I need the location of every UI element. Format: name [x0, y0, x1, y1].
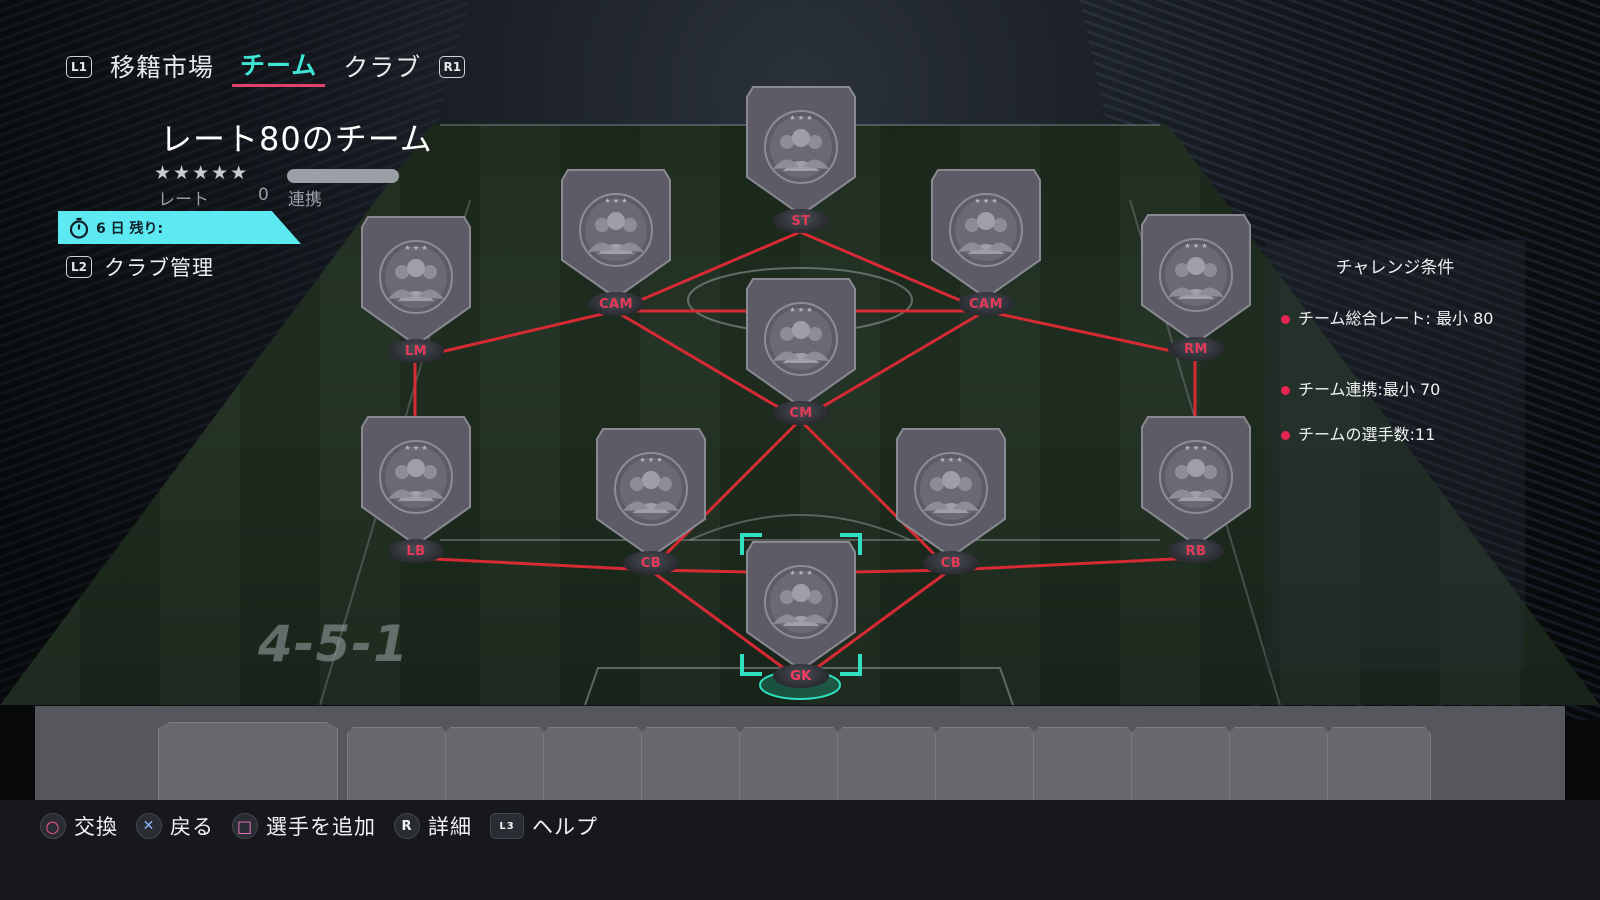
empty-player-card-icon: ★ ★ ★ — [596, 428, 706, 559]
svg-text:★ ★ ★: ★ ★ ★ — [789, 114, 812, 122]
requirement-text: チームの選手数:11 — [1298, 425, 1436, 444]
svg-text:★ ★ ★: ★ ★ ★ — [1184, 444, 1207, 452]
circle-button-icon: ○ — [40, 813, 66, 839]
square-button-icon: □ — [232, 813, 258, 839]
position-label: CAM — [588, 292, 644, 316]
svg-text:★ ★ ★: ★ ★ ★ — [639, 456, 662, 464]
position-label: CM — [773, 401, 829, 425]
player-slot-cam-left[interactable]: ★ ★ ★ CAM — [560, 168, 672, 318]
bench-slot[interactable] — [543, 727, 643, 802]
hint-help[interactable]: L3 ヘルプ — [490, 811, 598, 841]
hint-back[interactable]: ✕ 戻る — [136, 811, 214, 841]
position-label: GK — [773, 664, 829, 688]
position-label: RM — [1168, 337, 1224, 361]
right-stick-icon: R — [394, 813, 420, 839]
position-label: CB — [623, 551, 679, 575]
bench-slot[interactable] — [641, 727, 741, 802]
player-slot-lb[interactable]: ★ ★ ★ LB — [360, 415, 472, 565]
requirement-dot-icon — [1281, 431, 1290, 440]
empty-player-card-icon: ★ ★ ★ — [746, 541, 856, 672]
hint-label: 戻る — [170, 815, 214, 839]
svg-text:★ ★ ★: ★ ★ ★ — [404, 244, 427, 252]
empty-player-card-icon: ★ ★ ★ — [361, 416, 471, 547]
cross-button-icon: ✕ — [136, 813, 162, 839]
bench-slot[interactable] — [1229, 727, 1329, 802]
svg-text:★ ★ ★: ★ ★ ★ — [974, 197, 997, 205]
player-slot-cam-right[interactable]: ★ ★ ★ CAM — [930, 168, 1042, 318]
empty-player-card-icon: ★ ★ ★ — [561, 169, 671, 300]
hint-details[interactable]: R 詳細 — [394, 811, 472, 841]
requirement-item: チーム連携:最小 70 — [1281, 377, 1511, 403]
player-slot-rb[interactable]: ★ ★ ★ RB — [1140, 415, 1252, 565]
player-slot-rm[interactable]: ★ ★ ★ RM — [1140, 213, 1252, 363]
svg-text:★ ★ ★: ★ ★ ★ — [604, 197, 627, 205]
hint-add-player[interactable]: □ 選手を追加 — [232, 811, 376, 841]
hint-label: 交換 — [74, 815, 118, 839]
empty-player-card-icon: ★ ★ ★ — [896, 428, 1006, 559]
bench-slot[interactable] — [935, 727, 1035, 802]
empty-player-card-icon: ★ ★ ★ — [746, 278, 856, 409]
empty-player-card-icon: ★ ★ ★ — [1141, 416, 1251, 547]
formation-label: 4-5-1 — [258, 615, 409, 673]
challenge-title: チャレンジ条件 — [1335, 258, 1455, 278]
empty-player-card-icon: ★ ★ ★ — [746, 86, 856, 217]
position-label: RB — [1168, 539, 1224, 563]
requirement-dot-icon — [1281, 315, 1290, 324]
bench-slot[interactable] — [347, 727, 447, 802]
requirement-item: チーム総合レート: 最小 80 — [1281, 306, 1511, 332]
position-label: ST — [773, 209, 829, 233]
player-slot-gk[interactable]: ★ ★ ★ GK — [745, 540, 857, 690]
position-label: CB — [923, 551, 979, 575]
requirement-dot-icon — [1281, 386, 1290, 395]
requirement-item: チームの選手数:11 — [1281, 422, 1511, 448]
player-slot-cm[interactable]: ★ ★ ★ CM — [745, 277, 857, 427]
bench-slot[interactable] — [1131, 727, 1231, 802]
player-slot-cb-left[interactable]: ★ ★ ★ CB — [595, 427, 707, 577]
svg-text:★ ★ ★: ★ ★ ★ — [789, 306, 812, 314]
left-stick-l3-icon: L3 — [490, 813, 524, 839]
requirement-text: チーム連携:最小 70 — [1298, 380, 1441, 399]
position-label: LB — [388, 539, 444, 563]
hint-label: 詳細 — [428, 815, 472, 839]
bench-slot[interactable] — [1033, 727, 1133, 802]
svg-text:★ ★ ★: ★ ★ ★ — [1184, 242, 1207, 250]
position-label: CAM — [958, 292, 1014, 316]
svg-text:★ ★ ★: ★ ★ ★ — [404, 444, 427, 452]
player-slot-cb-right[interactable]: ★ ★ ★ CB — [895, 427, 1007, 577]
button-hints: ○ 交換 ✕ 戻る □ 選手を追加 R 詳細 L3 ヘルプ — [40, 811, 598, 841]
bench-slot[interactable] — [445, 727, 545, 802]
hint-label: ヘルプ — [532, 815, 598, 839]
bench-slot[interactable] — [158, 722, 338, 802]
hint-label: 選手を追加 — [266, 815, 376, 839]
empty-player-card-icon: ★ ★ ★ — [1141, 214, 1251, 345]
requirement-text: チーム総合レート: 最小 80 — [1298, 309, 1494, 328]
bench-slot[interactable] — [1327, 727, 1431, 802]
empty-player-card-icon: ★ ★ ★ — [361, 216, 471, 347]
bench-slot[interactable] — [837, 727, 937, 802]
bench-slot[interactable] — [739, 727, 839, 802]
hint-swap[interactable]: ○ 交換 — [40, 811, 118, 841]
position-label: LM — [388, 339, 444, 363]
player-slot-st[interactable]: ★ ★ ★ ST — [745, 85, 857, 235]
challenge-requirements-panel: チャレンジ条件 チーム総合レート: 最小 80 チーム連携:最小 70 チームの… — [1265, 240, 1525, 670]
svg-text:★ ★ ★: ★ ★ ★ — [939, 456, 962, 464]
svg-text:★ ★ ★: ★ ★ ★ — [789, 569, 812, 577]
empty-player-card-icon: ★ ★ ★ — [931, 169, 1041, 300]
player-slot-lm[interactable]: ★ ★ ★ LM — [360, 215, 472, 365]
